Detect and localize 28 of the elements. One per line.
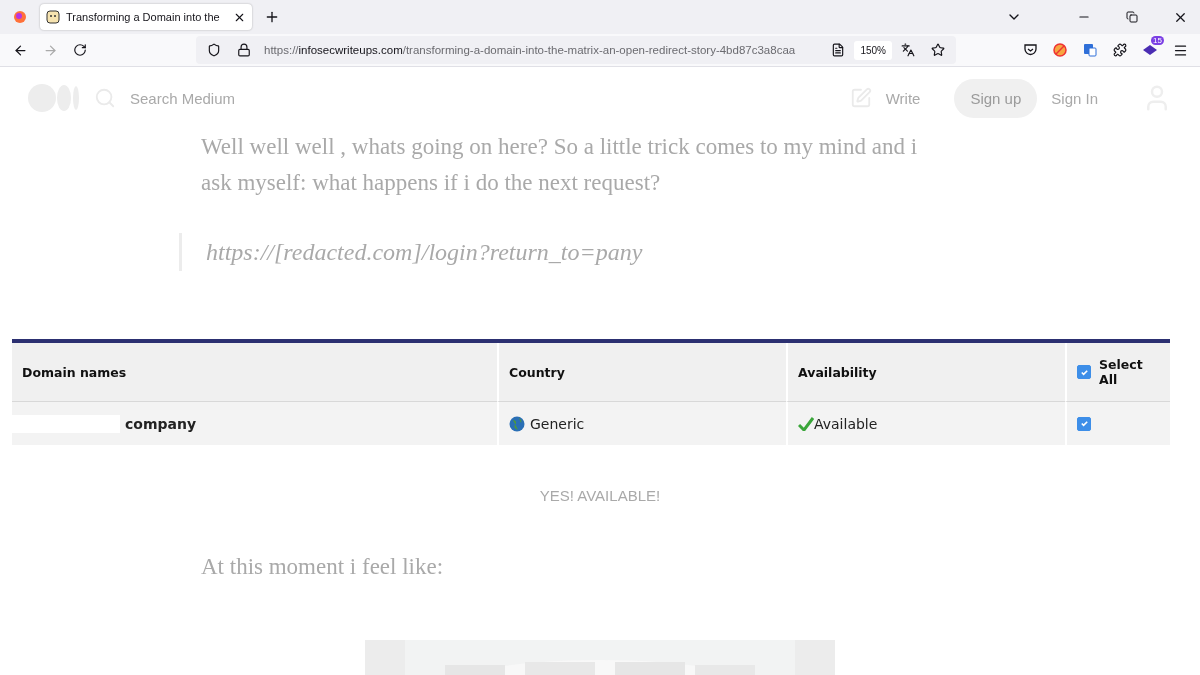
sign-up-button[interactable]: Sign up bbox=[954, 78, 1038, 118]
checkmark-icon bbox=[798, 416, 814, 431]
column-header: Select All bbox=[1099, 357, 1144, 387]
image-caption: YES! AVAILABLE! bbox=[539, 487, 661, 504]
paragraph-line: ask myself: what happens if i do the next request? bbox=[201, 169, 662, 197]
paragraph-line: Well well well , whats going on here? So a little trick comes to my mind and i bbox=[201, 133, 919, 161]
search-field[interactable]: Search Medium bbox=[130, 89, 836, 107]
table-cell: Generic bbox=[530, 415, 585, 432]
globe-icon bbox=[509, 415, 525, 432]
checkbox[interactable] bbox=[1077, 365, 1091, 379]
stack-extension-icon[interactable] bbox=[1142, 43, 1158, 57]
table-cell: Available bbox=[814, 415, 878, 432]
site-favicon-icon bbox=[46, 10, 60, 24]
checkbox[interactable] bbox=[1077, 416, 1091, 431]
column-header: Domain names bbox=[12, 343, 497, 402]
quote-text: https://[redacted.com]/login?return_to=pany bbox=[179, 233, 999, 271]
browser-tab[interactable]: Transforming a Domain into the bbox=[40, 4, 252, 30]
column-header: Availability bbox=[786, 343, 1065, 402]
paragraph-text: At this moment i feel like: bbox=[201, 554, 445, 580]
notification-badge: 15 bbox=[1151, 36, 1164, 45]
zoom-level[interactable]: 150% bbox=[854, 40, 892, 60]
checkmark-icon bbox=[1079, 367, 1089, 377]
address-field[interactable]: https://infosecwriteups.com/transforming-a-domain-into-the-matrix-an-open-redirect-story-4bd87c3a8caa bbox=[264, 44, 823, 56]
column-header: Country bbox=[497, 343, 786, 402]
table-cell: company bbox=[125, 415, 197, 432]
sign-in-link[interactable]: Sign In bbox=[1051, 89, 1098, 107]
checkmark-icon bbox=[1079, 419, 1089, 428]
write-link[interactable]: Write bbox=[885, 89, 921, 107]
